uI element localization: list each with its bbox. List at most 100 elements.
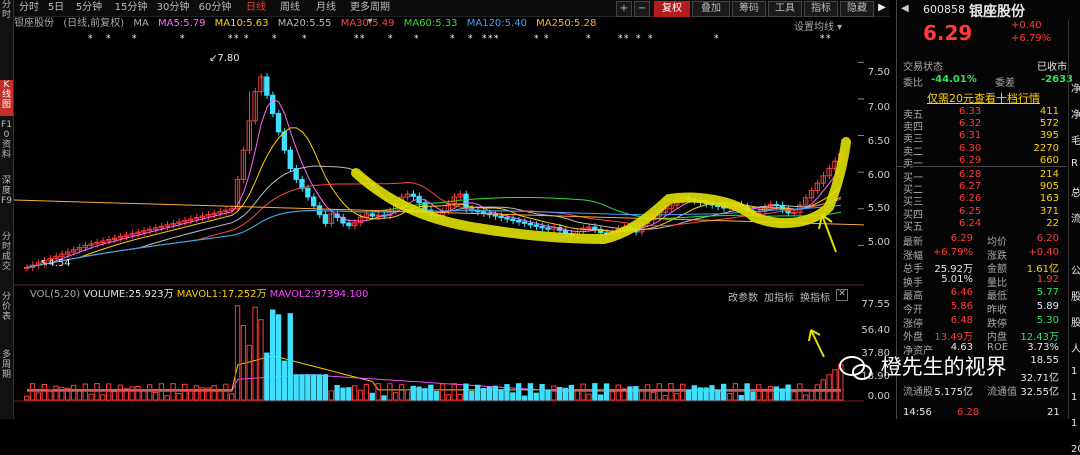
volume-bar — [369, 392, 375, 401]
volume-bar — [439, 383, 446, 401]
candle-body — [527, 222, 534, 226]
period-tab-8[interactable]: 月线 — [312, 1, 340, 15]
volume-bar — [398, 384, 405, 401]
arrow-left-icon[interactable]: ◀ — [901, 3, 909, 14]
indicator-button[interactable]: 指标 — [804, 1, 838, 17]
zoom-out-button[interactable]: − — [634, 1, 650, 17]
candle-body — [369, 213, 375, 217]
volume-bar — [428, 384, 434, 401]
sidebar-item-4[interactable]: 分时成交 — [0, 232, 13, 272]
volume-bar — [193, 385, 200, 401]
vol-value: VOLUME:25.923万 — [83, 289, 174, 300]
volume-bar — [750, 391, 756, 401]
period-tab-more[interactable]: 更多周期 ▾ — [346, 1, 394, 27]
price-tick: 5.50 — [867, 203, 890, 214]
chips-button[interactable]: 筹码 — [732, 1, 766, 17]
stock-name: 银座股份 — [969, 4, 1025, 20]
volume-bar — [592, 383, 598, 401]
sidebar-item-1[interactable]: K线图 — [0, 80, 13, 116]
kline-chart[interactable]: * * * * * * * * * * * * * * * * * * * * * * * * * * * * — [14, 17, 864, 415]
orderbook-volume: 905 — [1039, 181, 1059, 193]
orderbook-price: 6.28 — [959, 169, 982, 180]
period-tab-7[interactable]: 周线 — [276, 1, 304, 15]
period-tab-2[interactable]: 5分钟 — [72, 1, 106, 15]
event-star-icon: * — [272, 34, 277, 44]
event-star-icon: * — [468, 34, 473, 44]
switch-indicator-button[interactable]: 换指标 — [800, 289, 830, 304]
volume-bar — [357, 389, 364, 401]
weicha-label: 委差 — [995, 78, 1015, 89]
mavol2-value: MAVOL2:97394.100 — [269, 289, 369, 300]
candle-body — [545, 227, 551, 230]
volume-bar — [305, 374, 311, 401]
period-tab-0[interactable]: 分时 — [18, 1, 40, 15]
stat-value: +0.40 — [1028, 246, 1059, 258]
volume-bar — [475, 384, 481, 401]
candle-body — [275, 113, 282, 133]
arrow-icon — [808, 329, 825, 358]
volume-bar — [715, 390, 721, 401]
sidebar-item-6[interactable]: 多周期 — [0, 350, 13, 380]
volume-bar — [234, 305, 241, 401]
volume-bar — [328, 390, 334, 401]
volume-bar — [785, 384, 791, 401]
volume-bar — [416, 386, 422, 401]
orderbook-divider — [897, 166, 1067, 167]
period-tab-3[interactable]: 15分钟 — [112, 1, 150, 15]
volume-bar — [258, 319, 264, 401]
volume-bar — [287, 313, 293, 401]
volume-bar — [311, 374, 317, 401]
orderbook-volume: 660 — [1039, 154, 1059, 166]
hide-button[interactable]: 隐藏 — [840, 1, 874, 17]
orderbook-level-label: 买五 — [903, 221, 923, 233]
sidebar-item-0[interactable]: 分时 — [0, 0, 13, 30]
zoom-in-button[interactable]: + — [616, 1, 632, 17]
stat-value: 32.55亿 — [1020, 386, 1059, 398]
tools-button[interactable]: 工具 — [768, 1, 802, 17]
volume-bar — [293, 374, 299, 401]
panel-arrow-icon[interactable]: ▶ — [876, 1, 888, 15]
volume-bar — [59, 386, 65, 401]
volume-bar — [346, 387, 352, 401]
price-tick: 6.00 — [867, 170, 890, 181]
volume-bar — [650, 391, 657, 401]
volume-bar — [744, 383, 750, 401]
add-indicator-button[interactable]: 加指标 — [764, 289, 794, 304]
period-tab-more-label: 更多周期 — [350, 2, 390, 13]
collapsed-side-panel[interactable]: 净净毛R总流公股股人11120 — [1068, 20, 1080, 455]
side-letter: 人 — [1071, 344, 1080, 355]
volume-bar — [480, 388, 487, 401]
volume-bar — [662, 395, 668, 401]
period-tab-daily[interactable]: 日线 — [242, 1, 270, 15]
sidebar-item-5[interactable]: 分价表 — [0, 292, 13, 322]
volume-bar — [375, 383, 381, 401]
stat-value: 5.86 — [950, 301, 973, 312]
volume-bar — [229, 393, 235, 401]
overlay-button[interactable]: 叠加 — [692, 1, 730, 17]
volume-bar — [832, 369, 838, 401]
candle-body — [410, 193, 416, 197]
volume-bar — [674, 393, 680, 401]
volume-bar — [188, 389, 194, 401]
close-subchart-icon[interactable]: ✕ — [836, 289, 848, 301]
event-star-icon: * — [488, 34, 493, 44]
high-annotation: ↙7.80 — [209, 53, 240, 64]
candle-body — [375, 214, 381, 217]
volume-bar — [170, 383, 176, 401]
edit-params-button[interactable]: 改参数 — [728, 289, 758, 304]
candle-body — [264, 76, 270, 96]
period-tab-5[interactable]: 60分钟 — [196, 1, 234, 15]
sidebar-item-3[interactable]: 深度F9 — [0, 176, 13, 206]
level2-promo-link[interactable]: 仅需20元查看十档行情 — [927, 90, 1040, 106]
period-tab-1[interactable]: 5日 — [46, 1, 66, 15]
volume-bar — [41, 384, 47, 401]
volume-bar — [469, 390, 475, 401]
volume-bar — [551, 385, 557, 401]
volume-bar — [76, 390, 83, 401]
period-tab-4[interactable]: 30分钟 — [154, 1, 192, 15]
stat-value: 5.77 — [1036, 287, 1059, 299]
price-tick: 6.50 — [867, 136, 890, 147]
sidebar-item-2[interactable]: F10资料 — [0, 120, 13, 160]
adjust-button[interactable]: 复权 — [654, 1, 690, 17]
volume-bar — [826, 374, 832, 401]
